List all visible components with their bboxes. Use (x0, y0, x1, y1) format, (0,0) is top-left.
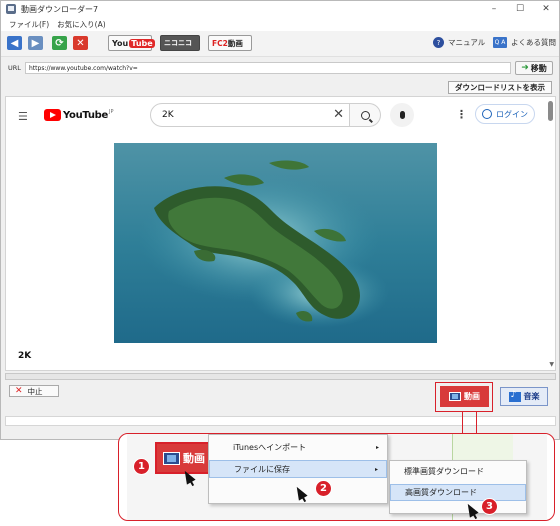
hamburger-menu-icon[interactable]: ☰ (18, 110, 28, 123)
microphone-icon (399, 111, 405, 119)
step-1-badge: 1 (133, 458, 150, 475)
stop-button[interactable]: ✕ 中止 (9, 385, 59, 397)
forward-arrow-icon[interactable]: ▶ (28, 36, 43, 50)
film-icon (163, 451, 180, 465)
user-icon (482, 109, 492, 119)
stop-label: 中止 (27, 386, 43, 396)
download-progress-bar (5, 373, 556, 380)
login-button[interactable]: ログイン (475, 104, 535, 124)
submenu-arrow-icon: ▸ (374, 465, 378, 473)
url-input[interactable] (25, 62, 511, 74)
app-icon (6, 4, 16, 14)
music-download-button[interactable]: 音楽 (500, 387, 548, 406)
go-button[interactable]: ➜ 移動 (515, 61, 553, 75)
login-label: ログイン (496, 109, 528, 119)
video-download-button[interactable]: 動画 (440, 386, 489, 407)
minimize-button[interactable]: – (481, 1, 507, 17)
youtube-search-input[interactable]: 2K ✕ (150, 103, 350, 127)
music-button-label: 音楽 (523, 392, 540, 401)
itunes-import-label: iTunesへインポート (233, 442, 307, 452)
callout-connector-left (462, 411, 463, 435)
search-value: 2K (162, 110, 174, 120)
menu-file[interactable]: ファイル(F) (9, 19, 49, 30)
fc2-site-button[interactable]: FC2 動画 (208, 35, 252, 51)
menu-item-high-quality[interactable]: 高画質ダウンロード (390, 484, 526, 501)
help-icon: ? (433, 37, 444, 48)
menu-bar: ファイル(F) お気に入り(A) (1, 17, 559, 31)
faq-label: よくある質問 (511, 38, 556, 47)
status-field (5, 416, 556, 426)
stop-x-icon: ✕ (15, 386, 23, 396)
title-bar: 動画ダウンローダー7 – ☐ ✕ (1, 1, 559, 17)
search-icon (360, 110, 370, 120)
more-options-icon[interactable]: ⋮ (456, 108, 467, 121)
voice-search-button[interactable] (390, 103, 414, 127)
scroll-down-arrow[interactable]: ▼ (549, 361, 554, 368)
menu-item-itunes-import[interactable]: iTunesへインポート ▸ (209, 438, 387, 456)
app-window: 動画ダウンローダー7 – ☐ ✕ ファイル(F) お気に入り(A) ◀ ▶ ⟳ … (0, 0, 560, 440)
back-arrow-icon[interactable]: ◀ (7, 36, 22, 50)
browser-pane: ☰ YouTube JP 2K ✕ ⋮ ログイン ▼ 2K (5, 96, 556, 371)
film-icon (449, 392, 461, 401)
youtube-you-text: You (112, 38, 129, 48)
menu-favorites[interactable]: お気に入り(A) (57, 19, 105, 30)
go-label: 移動 (530, 63, 547, 73)
step-3-badge: 3 (481, 498, 498, 515)
niconico-site-button[interactable]: ニコニコ (160, 35, 200, 51)
reload-icon[interactable]: ⟳ (52, 36, 67, 50)
step-2-badge: 2 (315, 480, 332, 497)
music-note-icon (508, 390, 521, 402)
callout-background: 動画 音楽 iTunesへインポート ▸ ファイルに保存 ▸ 標準画質ダウンロー… (127, 434, 547, 520)
window-title: 動画ダウンローダー7 (21, 4, 99, 14)
download-list-button[interactable]: ダウンロードリストを表示 (448, 81, 552, 94)
qa-icon: Q A (493, 37, 507, 48)
submenu-arrow-icon: ▸ (375, 443, 379, 451)
callout-connector-right (476, 411, 477, 435)
callout-zoom-panel: 動画 音楽 iTunesへインポート ▸ ファイルに保存 ▸ 標準画質ダウンロー… (118, 433, 555, 521)
url-label: URL (8, 64, 21, 72)
fc2-suffix: 動画 (227, 38, 243, 48)
manual-label: マニュアル (448, 38, 486, 47)
stop-x-icon[interactable]: ✕ (73, 36, 88, 50)
vertical-scrollbar-thumb[interactable] (548, 101, 553, 121)
youtube-logo-text: YouTube (63, 109, 108, 121)
search-button[interactable] (350, 103, 381, 127)
toolbar: ◀ ▶ ⟳ ✕ You Tube ニコニコ FC2 動画 ? マニュアル Q A … (1, 31, 559, 57)
youtube-region: JP (109, 109, 114, 115)
manual-button[interactable]: ? マニュアル (433, 37, 485, 48)
callout-video-button[interactable]: 動画 (155, 442, 213, 474)
fc2-prefix: FC2 (212, 38, 228, 48)
save-submenu: 標準画質ダウンロード 高画質ダウンロード (389, 460, 527, 514)
youtube-play-icon (44, 109, 61, 121)
url-row: URL ➜ 移動 (1, 58, 559, 78)
menu-item-save-to-file[interactable]: ファイルに保存 ▸ (209, 460, 387, 478)
youtube-tube-text: Tube (129, 38, 155, 48)
clear-search-icon[interactable]: ✕ (333, 107, 344, 122)
callout-video-label: 動画 (183, 452, 205, 465)
youtube-site-button[interactable]: You Tube (108, 35, 155, 51)
window-controls: – ☐ ✕ (481, 1, 559, 17)
faq-button[interactable]: Q A よくある質問 (493, 37, 556, 48)
close-button[interactable]: ✕ (533, 1, 559, 17)
youtube-logo[interactable]: YouTube JP (44, 109, 114, 121)
go-arrow-icon: ➜ (521, 63, 529, 73)
video-button-label: 動画 (464, 392, 480, 401)
menu-item-standard-quality[interactable]: 標準画質ダウンロード (390, 463, 526, 480)
island-aerial-image (114, 143, 437, 343)
maximize-button[interactable]: ☐ (507, 1, 533, 17)
video-thumbnail[interactable] (114, 143, 437, 343)
save-to-file-label: ファイルに保存 (234, 464, 290, 474)
video-title[interactable]: 2K (18, 351, 31, 361)
